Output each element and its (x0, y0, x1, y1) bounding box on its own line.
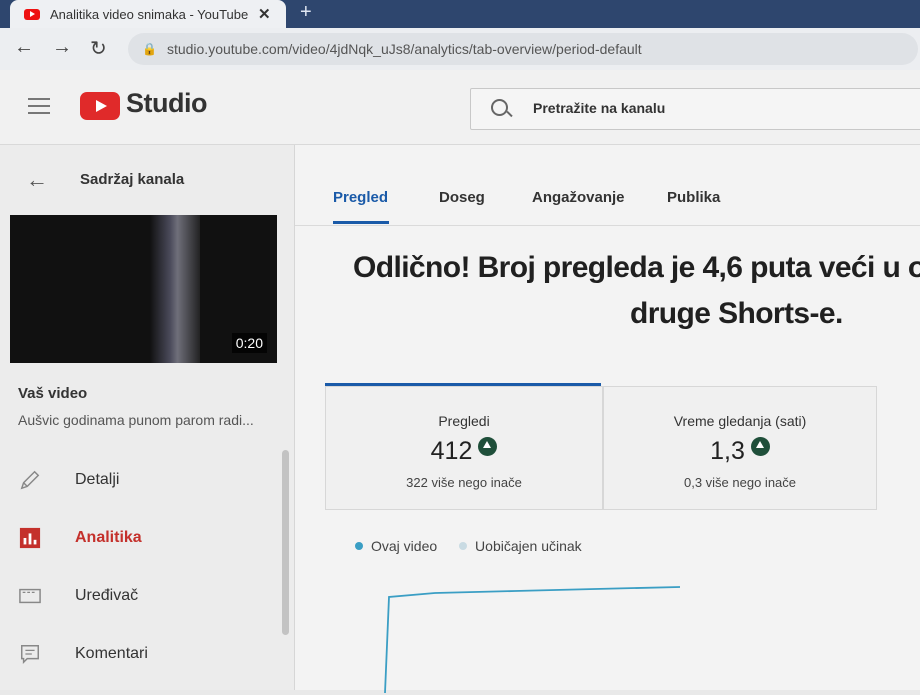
tab-reach[interactable]: Doseg (439, 189, 485, 206)
video-thumbnail[interactable]: 0:20 (10, 215, 277, 363)
youtube-favicon-icon (24, 8, 40, 20)
close-tab-icon[interactable]: ✕ (258, 5, 271, 23)
metric-comparison: 0,3 više nego inače (683, 475, 797, 490)
search-icon[interactable] (491, 99, 508, 116)
pencil-icon (20, 470, 40, 490)
sidebar: ← Sadržaj kanala 0:20 Vaš video Aušvic g… (0, 145, 295, 690)
browser-toolbar: ← → ↻ 🔒 studio.youtube.com/video/4jdNqk_… (0, 28, 920, 70)
legend-typical: Uobičajen učinak (475, 538, 582, 554)
browser-tab[interactable]: Analitika video snimaka - YouTube ✕ (10, 0, 286, 28)
sidebar-item-editor[interactable]: Uređivač (18, 579, 278, 619)
views-chart[interactable] (375, 585, 695, 695)
sidebar-scrollbar[interactable] (282, 450, 289, 635)
url-text[interactable]: studio.youtube.com/video/4jdNqk_uJs8/ana… (167, 41, 642, 57)
youtube-logo-icon[interactable] (80, 92, 120, 120)
studio-header: Studio (0, 70, 920, 145)
sidebar-item-label: Uređivač (75, 587, 139, 604)
this-video-line (384, 586, 681, 694)
tab-engagement[interactable]: Angažovanje (532, 189, 625, 206)
legend-this-video: Ovaj video (371, 538, 438, 554)
tab-overview[interactable]: Pregled (333, 189, 388, 206)
channel-search[interactable] (470, 88, 920, 130)
channel-content-link[interactable]: Sadržaj kanala (80, 171, 184, 188)
studio-brand[interactable]: Studio (126, 88, 207, 119)
metric-value: 412 (326, 437, 602, 466)
address-bar[interactable]: 🔒 studio.youtube.com/video/4jdNqk_uJs8/a… (128, 33, 918, 65)
analytics-tabs: Pregled Doseg Angažovanje Publika (295, 145, 920, 226)
video-duration: 0:20 (231, 333, 267, 353)
active-tab-indicator (333, 221, 389, 224)
sidebar-item-label: Komentari (75, 645, 148, 662)
your-video-label: Vaš video (18, 385, 88, 402)
metric-cards: Pregledi 412 322 više nego inače Vreme g… (325, 383, 920, 510)
chart-legend: Ovaj video Uobičajen učinak (355, 538, 582, 554)
metric-value-text: 412 (430, 437, 473, 465)
browser-tab-strip: Analitika video snimaka - YouTube ✕ + (0, 0, 920, 28)
reload-icon[interactable]: ↻ (90, 36, 107, 61)
analytics-icon (19, 527, 41, 549)
back-arrow-icon[interactable]: ← (14, 36, 34, 59)
tab-audience[interactable]: Publika (667, 189, 720, 206)
metric-value-text: 1,3 (710, 437, 745, 465)
comments-icon (21, 645, 39, 665)
editor-icon (19, 588, 41, 604)
forward-arrow-icon[interactable]: → (52, 36, 72, 59)
typical-dot-icon (459, 542, 468, 550)
sidebar-item-label: Analitika (75, 529, 142, 546)
sidebar-item-analytics[interactable]: Analitika (18, 521, 278, 561)
metric-value: 1,3 (604, 437, 876, 466)
sidebar-item-label: Detalji (75, 471, 120, 488)
headline-line-2: druge Shorts-e. (630, 297, 843, 330)
menu-icon[interactable] (28, 98, 50, 119)
thumbnail-image (150, 215, 200, 363)
site-info-icon[interactable]: 🔒 (142, 42, 157, 56)
analytics-main: Pregled Doseg Angažovanje Publika Odličn… (295, 145, 920, 694)
metric-card-watch-time[interactable]: Vreme gledanja (sati) 1,3 0,3 više nego … (603, 386, 877, 510)
headline-line-1: Odlično! Broj pregleda je 4,6 puta veći … (353, 251, 920, 284)
video-title: Aušvic godinama punom parom radi... (18, 412, 254, 428)
sidebar-item-details[interactable]: Detalji (18, 463, 278, 503)
metric-comparison: 322 više nego inače (406, 475, 522, 490)
sidebar-item-comments[interactable]: Komentari (18, 637, 278, 677)
metric-label: Pregledi (438, 413, 490, 429)
metric-card-views[interactable]: Pregledi 412 322 više nego inače (325, 386, 603, 510)
arrow-up-icon (478, 437, 498, 456)
this-video-dot-icon (355, 542, 363, 550)
browser-tab-title: Analitika video snimaka - YouTube (50, 6, 249, 22)
metric-label: Vreme gledanja (sati) (673, 413, 807, 429)
new-tab-button[interactable]: + (300, 1, 312, 24)
arrow-up-icon (750, 437, 770, 456)
back-arrow-icon[interactable]: ← (26, 167, 48, 193)
search-input[interactable] (531, 99, 915, 117)
